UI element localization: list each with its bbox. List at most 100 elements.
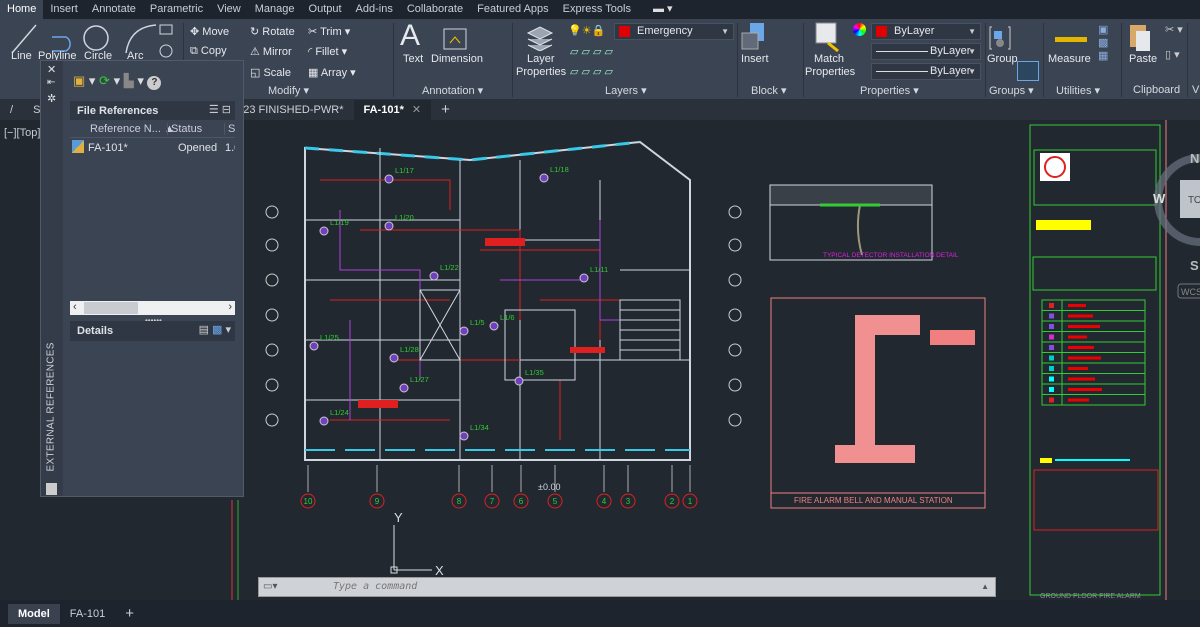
file-references-header: File References ☰ ⊟	[70, 101, 235, 120]
group-select-toggle[interactable]	[1017, 61, 1039, 81]
layout-tabs: Model FA-101 +	[0, 600, 1200, 627]
chevron-down-icon: ▼	[968, 67, 976, 76]
layer-tools-icons[interactable]: ▱ ▱ ▱ ▱	[570, 45, 613, 58]
expand-history-icon[interactable]: ▲	[981, 582, 989, 591]
group-button[interactable]: Group	[987, 53, 1018, 65]
dimension-button[interactable]: Dimension	[431, 53, 483, 65]
layers-panel-title[interactable]: Layers ▾	[605, 84, 647, 97]
layer-properties-icon	[526, 26, 554, 51]
grid-bubble	[265, 205, 279, 219]
table-row[interactable]: FA-101* Opened 1.0	[70, 138, 235, 156]
block-panel-title[interactable]: Block ▾	[751, 84, 786, 97]
room-label: L1/25	[320, 333, 339, 342]
rotate-button[interactable]: ↻ Rotate	[250, 25, 295, 38]
grid-bubble: 7	[484, 465, 500, 509]
clipboard-panel-title[interactable]: Clipboard	[1133, 84, 1180, 96]
insert-button[interactable]: Insert	[741, 53, 769, 65]
ribbon-tab-manage[interactable]: Manage	[248, 0, 302, 19]
gear-icon[interactable]: ✲	[47, 92, 56, 105]
svg-text:N: N	[1190, 151, 1199, 166]
new-layout-button[interactable]: +	[115, 604, 144, 624]
rotate-icon: ↻	[250, 26, 263, 38]
menu-icon[interactable]: /	[0, 100, 23, 120]
details-view-icons[interactable]: ▤ ▩ ▾	[199, 323, 231, 336]
grid-bubble	[265, 378, 279, 392]
trim-button[interactable]: ✂ Trim ▾	[308, 25, 350, 38]
attach-dwg-icon[interactable]: ▣	[73, 73, 85, 88]
column-reference-name[interactable]: Reference N... ▲	[90, 123, 175, 135]
grid-bubble: 9	[369, 465, 385, 509]
layer-tools-icons-2[interactable]: ▱ ▱ ▱ ▱	[570, 65, 613, 78]
menu-icon[interactable]	[0, 604, 8, 624]
detector-symbol	[319, 416, 329, 426]
ribbon-tab-collaborate[interactable]: Collaborate	[400, 0, 470, 19]
utilities-icons[interactable]: ▣ ▩ ▦	[1098, 23, 1108, 62]
grid-bubble	[265, 343, 279, 357]
detector-detail: TYPICAL DETECTOR INSTALLATION DETAIL	[769, 184, 959, 261]
palette-title-strip: ✕ ⇤ ✲ EXTERNAL REFERENCES	[41, 61, 63, 496]
ribbon-tab-home[interactable]: Home	[0, 0, 44, 19]
grid-bubble: 10	[300, 465, 316, 509]
ribbon-tab-annotate[interactable]: Annotate	[85, 0, 143, 19]
linetype-dropdown[interactable]: ByLayer ▼	[871, 43, 981, 60]
horizontal-scrollbar[interactable]: ‹ ›	[70, 301, 235, 315]
column-status[interactable]: Status	[167, 123, 202, 135]
ribbon-tab-output[interactable]: Output	[302, 0, 349, 19]
layout-tab-fa-101[interactable]: FA-101	[60, 604, 115, 624]
color-dropdown[interactable]: ByLayer ▼	[871, 23, 981, 40]
column-size[interactable]: Si	[224, 123, 235, 135]
svg-text:5: 5	[553, 497, 558, 506]
ribbon-tab-featured-apps[interactable]: Featured Apps	[470, 0, 556, 19]
svg-text:1: 1	[688, 497, 693, 506]
ribbon-tab-insert[interactable]: Insert	[43, 0, 85, 19]
grid-bubble	[265, 308, 279, 322]
lineweight-dropdown[interactable]: ByLayer ▼	[871, 63, 981, 80]
layer-dropdown[interactable]: Emergency ▼	[614, 23, 734, 40]
measure-button[interactable]: Measure	[1048, 53, 1091, 65]
utilities-panel-title[interactable]: Utilities ▾	[1056, 84, 1100, 97]
help-icon[interactable]: ?	[147, 76, 162, 90]
text-button[interactable]: Text	[403, 53, 423, 65]
layer-properties-button[interactable]: Layer	[527, 53, 555, 65]
move-button[interactable]: ✥ Move	[190, 25, 229, 38]
properties-panel-title[interactable]: Properties ▾	[860, 84, 919, 97]
recent-commands-icon[interactable]: ▭▾	[263, 581, 277, 592]
insert-block-icon	[741, 23, 764, 50]
match-properties-button[interactable]: Match	[814, 53, 844, 65]
new-tab-button[interactable]: +	[431, 100, 460, 120]
auto-hide-icon[interactable]: ⇤	[47, 77, 55, 88]
groups-panel-title[interactable]: Groups ▾	[989, 84, 1034, 97]
document-tab[interactable]: 23 FINISHED-PWR*	[233, 100, 353, 120]
detector-symbol	[489, 321, 499, 331]
list-view-icon[interactable]: ☰ ⊟	[209, 103, 231, 116]
mirror-button[interactable]: ⚠ Mirror	[250, 45, 292, 58]
change-path-icon[interactable]: ▙	[124, 73, 134, 88]
close-icon[interactable]: ✕	[47, 63, 56, 76]
annotation-panel-title[interactable]: Annotation ▾	[422, 84, 483, 97]
refresh-icon[interactable]: ⟳	[99, 73, 110, 88]
ribbon-tab-add-ins[interactable]: Add-ins	[349, 0, 400, 19]
viewport-controls[interactable]: [−][Top]	[4, 127, 40, 139]
drawing-file-icon	[72, 140, 84, 153]
line-button[interactable]: Line	[11, 50, 32, 62]
modify-panel-title[interactable]: Modify ▾	[268, 84, 309, 97]
document-tab[interactable]: FA-101* ✕	[353, 100, 432, 120]
ribbon-tab-view[interactable]: View	[210, 0, 248, 19]
workspace-dropdown[interactable]: ▬ ▾	[646, 0, 680, 19]
layout-tab-model[interactable]: Model	[8, 603, 60, 624]
ribbon-tab-parametric[interactable]: Parametric	[143, 0, 210, 19]
close-tab-icon[interactable]: ✕	[412, 104, 421, 116]
scale-button[interactable]: ◱ Scale	[250, 66, 291, 79]
list-header: Reference N... ▲ Status Si	[70, 120, 235, 138]
copy-button[interactable]: ⧉ Copy	[190, 45, 227, 58]
grid-bubble	[728, 308, 742, 322]
grid-bubble: 8	[451, 465, 467, 509]
ribbon-tab-express-tools[interactable]: Express Tools	[556, 0, 638, 19]
clipboard-icons[interactable]: ✂ ▾ ▯ ▾	[1165, 23, 1183, 61]
array-button[interactable]: ▦ Array ▾	[308, 66, 356, 79]
command-input[interactable]: ▭▾ Type a command ▲	[258, 577, 996, 597]
grid-bubble	[728, 205, 742, 219]
fillet-button[interactable]: ◜ Fillet ▾	[308, 45, 347, 58]
paste-button[interactable]: Paste	[1129, 53, 1157, 65]
view-panel-title[interactable]: V	[1192, 84, 1199, 96]
